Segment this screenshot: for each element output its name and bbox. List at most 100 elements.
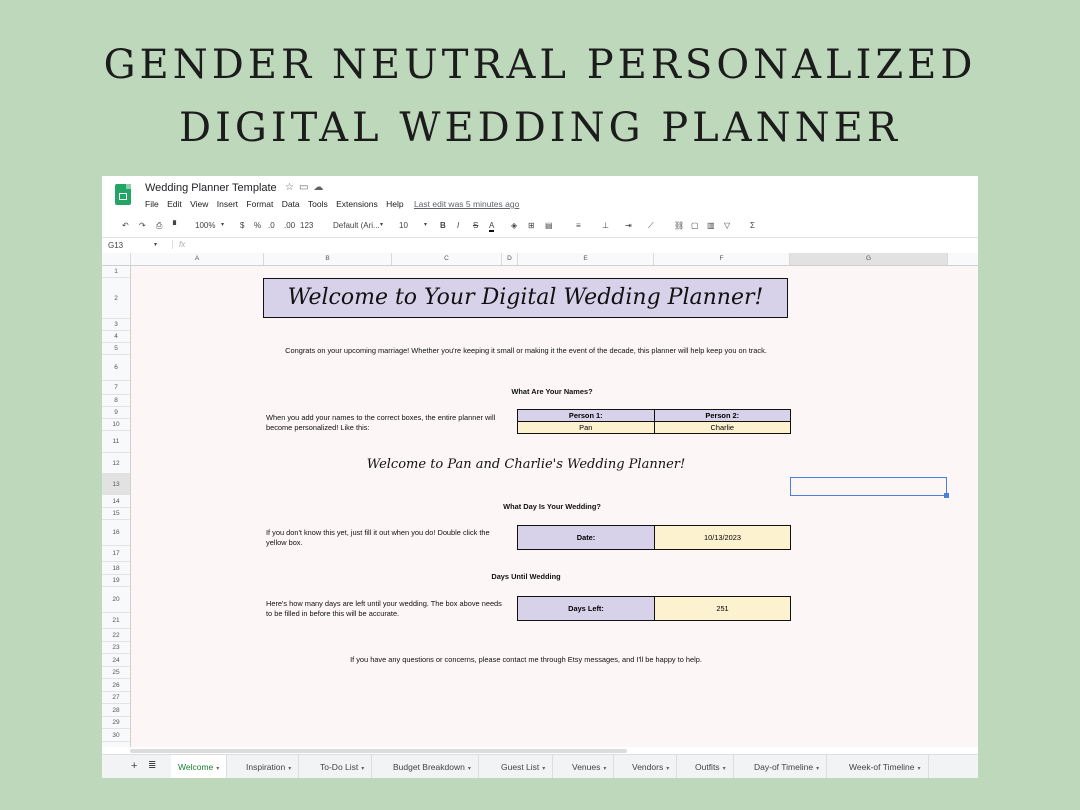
align-horizontal-icon[interactable]: ≡ <box>576 221 581 230</box>
sheet-grid[interactable]: Welcome to Your Digital Wedding Planner!… <box>131 266 978 752</box>
tab-week-of-timeline[interactable]: Week-of Timeline ▾ <box>842 755 929 778</box>
intro-text[interactable]: Congrats on your upcoming marriage! Whet… <box>131 346 921 355</box>
chevron-down-icon[interactable]: ▾ <box>154 241 157 248</box>
column-header[interactable]: E <box>518 253 654 265</box>
link-icon[interactable]: ⛓ <box>674 221 684 230</box>
menu-file[interactable]: File <box>145 199 159 209</box>
move-folder-icon[interactable]: ▭ <box>299 182 313 193</box>
menu-view[interactable]: View <box>190 199 208 209</box>
days-until-heading[interactable]: Days Until Wedding <box>131 572 921 581</box>
row-header[interactable]: 25 <box>102 667 130 679</box>
tab-vendors[interactable]: Vendors ▾ <box>625 755 678 778</box>
row-header[interactable]: 1 <box>102 266 130 278</box>
row-header[interactable]: 4 <box>102 331 130 343</box>
star-icon[interactable]: ☆ <box>285 182 299 193</box>
row-header[interactable]: 23 <box>102 642 130 654</box>
scrollbar-thumb[interactable] <box>130 749 627 753</box>
column-header[interactable]: B <box>264 253 392 265</box>
days-left-label[interactable]: Days Left: <box>517 596 655 621</box>
chevron-down-icon[interactable]: ▾ <box>918 766 921 772</box>
select-all-corner[interactable] <box>102 253 131 265</box>
row-header[interactable]: 10 <box>102 419 130 431</box>
names-heading[interactable]: What Are Your Names? <box>131 387 973 396</box>
tab-welcome[interactable]: Welcome ▾ <box>171 755 228 778</box>
more-formats-button[interactable]: 123 <box>300 221 313 230</box>
tab-budget-breakdown[interactable]: Budget Breakdown ▾ <box>386 755 479 778</box>
align-vertical-icon[interactable]: ⊥ <box>602 221 609 230</box>
row-header[interactable]: 30 <box>102 729 130 742</box>
column-header[interactable]: F <box>654 253 790 265</box>
row-header[interactable]: 5 <box>102 343 130 355</box>
document-title[interactable]: Wedding Planner Template <box>145 182 277 194</box>
wedding-day-help-text[interactable]: If you don't know this yet, just fill it… <box>266 528 506 548</box>
filter-icon[interactable]: ▽ <box>724 221 730 230</box>
chevron-down-icon[interactable]: ▾ <box>288 766 291 772</box>
person2-label[interactable]: Person 2: <box>653 409 791 422</box>
chevron-down-icon[interactable]: ▾ <box>666 766 669 772</box>
font-size-select[interactable]: 10 <box>399 221 408 230</box>
increase-decimal-button[interactable]: .00 <box>284 221 295 230</box>
days-until-help-text[interactable]: Here's how many days are left until your… <box>266 599 506 619</box>
all-sheets-icon[interactable]: ≣ <box>148 760 156 771</box>
add-sheet-icon[interactable]: + <box>131 760 137 772</box>
wedding-day-heading[interactable]: What Day Is Your Wedding? <box>131 502 973 511</box>
menu-format[interactable]: Format <box>246 199 273 209</box>
redo-icon[interactable]: ↷ <box>139 221 146 230</box>
last-edit-link[interactable]: Last edit was 5 minutes ago <box>414 199 519 209</box>
menu-help[interactable]: Help <box>386 199 403 209</box>
selected-cell-g13[interactable] <box>790 477 949 498</box>
tab-guest-list[interactable]: Guest List ▾ <box>494 755 554 778</box>
column-header[interactable]: G <box>790 253 948 265</box>
column-header[interactable]: A <box>131 253 264 265</box>
row-header[interactable]: 8 <box>102 395 130 407</box>
text-color-icon[interactable]: A <box>489 221 495 232</box>
names-help-text[interactable]: When you add your names to the correct b… <box>266 413 496 433</box>
row-header[interactable]: 19 <box>102 575 130 587</box>
merge-cells-icon[interactable]: ▤ <box>545 221 553 230</box>
welcome-banner[interactable]: Welcome to Your Digital Wedding Planner! <box>263 278 788 318</box>
comment-icon[interactable]: ▢ <box>691 221 699 230</box>
italic-icon[interactable]: I <box>457 221 459 230</box>
menu-extensions[interactable]: Extensions <box>336 199 378 209</box>
currency-format-button[interactable]: $ <box>240 221 244 230</box>
functions-icon[interactable]: Σ <box>750 221 755 230</box>
menu-tools[interactable]: Tools <box>308 199 328 209</box>
tab-inspiration[interactable]: Inspiration ▾ <box>239 755 300 778</box>
print-icon[interactable]: ⎙ <box>156 221 162 231</box>
paint-format-icon[interactable]: ▘ <box>173 221 179 230</box>
tab-to-do-list[interactable]: To-Do List ▾ <box>313 755 373 778</box>
row-header[interactable]: 17 <box>102 546 130 562</box>
strikethrough-icon[interactable]: S <box>473 221 478 230</box>
row-header[interactable]: 18 <box>102 562 130 575</box>
text-wrap-icon[interactable]: ⇥ <box>625 221 632 230</box>
row-header[interactable]: 6 <box>102 355 130 381</box>
percent-format-button[interactable]: % <box>254 221 261 230</box>
row-header[interactable]: 20 <box>102 587 130 613</box>
row-header[interactable]: 3 <box>102 319 130 331</box>
tab-venues[interactable]: Venues ▾ <box>565 755 615 778</box>
row-header[interactable]: 24 <box>102 654 130 667</box>
decrease-decimal-button[interactable]: .0 <box>268 221 275 230</box>
contact-text[interactable]: If you have any questions or concerns, p… <box>131 655 921 664</box>
person1-input[interactable]: Pan <box>517 421 655 434</box>
row-header[interactable]: 26 <box>102 679 130 692</box>
personalized-welcome[interactable]: Welcome to Pan and Charlie's Wedding Pla… <box>131 457 921 472</box>
text-rotate-icon[interactable]: ⟋ <box>648 221 654 231</box>
zoom-select[interactable]: 100% <box>195 221 215 230</box>
person2-input[interactable]: Charlie <box>653 421 791 434</box>
bold-icon[interactable]: B <box>440 221 446 230</box>
days-left-value[interactable]: 251 <box>654 596 791 621</box>
chevron-down-icon[interactable]: ▾ <box>361 766 364 772</box>
sheets-logo-icon[interactable] <box>115 184 131 205</box>
row-header[interactable]: 11 <box>102 431 130 453</box>
menu-insert[interactable]: Insert <box>217 199 238 209</box>
row-header[interactable]: 29 <box>102 717 130 729</box>
column-header[interactable]: D <box>502 253 518 265</box>
row-header[interactable]: 15 <box>102 508 130 520</box>
row-header[interactable]: 27 <box>102 692 130 704</box>
tab-outfits[interactable]: Outfits ▾ <box>688 755 734 778</box>
row-header[interactable]: 21 <box>102 613 130 629</box>
chart-icon[interactable]: ▥ <box>707 221 715 230</box>
chevron-down-icon[interactable]: ▾ <box>603 766 606 772</box>
row-header[interactable]: 9 <box>102 407 130 419</box>
